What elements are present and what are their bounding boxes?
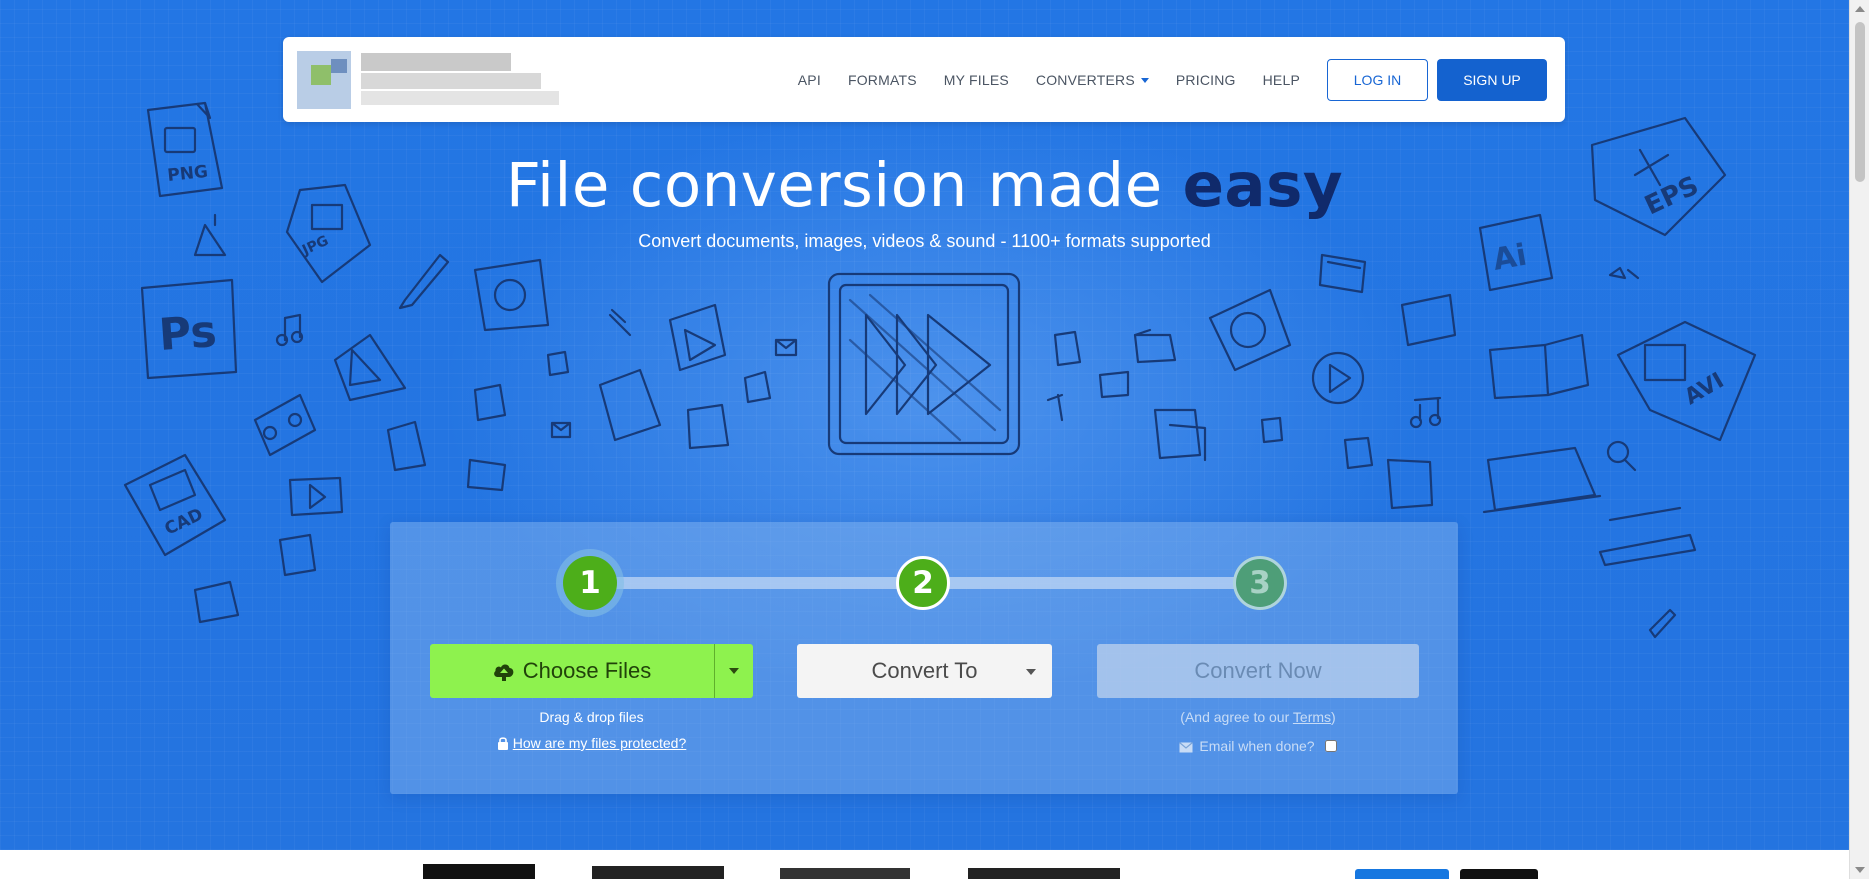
- cd-doodle: [193, 580, 240, 624]
- play-store-badge[interactable]: [1460, 869, 1538, 879]
- terms-link[interactable]: Terms: [1293, 709, 1331, 725]
- converter-panel: 1 2 3 Choose Files Drag & drop files How…: [390, 522, 1458, 794]
- app-store-badge[interactable]: [1355, 869, 1449, 879]
- nav-pricing[interactable]: PRICING: [1176, 72, 1236, 88]
- hero-headline: File conversion made easy: [0, 150, 1849, 221]
- caret-down-icon: [729, 668, 739, 674]
- choose-files-group: Choose Files: [430, 644, 753, 698]
- email-when-done-row: Email when done?: [1097, 738, 1419, 754]
- convert-to-select[interactable]: Convert To: [797, 644, 1052, 698]
- sound-doodle-right: [1053, 330, 1082, 367]
- clipboard-doodle-right: [1386, 458, 1434, 510]
- lock-icon: [497, 737, 508, 750]
- convert-to-label: Convert To: [871, 658, 978, 683]
- princeton-logo: [592, 866, 724, 879]
- email-when-done-label: Email when done?: [1199, 738, 1315, 754]
- illustrator-icon: Ai: [1478, 213, 1554, 292]
- scroll-down-icon[interactable]: [1855, 867, 1865, 873]
- video-play-doodle: [288, 476, 344, 517]
- step-1-badge: 1: [563, 556, 617, 610]
- center-fast-forward-icon: [827, 272, 1021, 456]
- page-scrollbar[interactable]: [1849, 0, 1869, 879]
- wrench-doodle-right: [1648, 608, 1677, 639]
- avi-file-icon: AVI: [1616, 320, 1757, 442]
- note-doodle: [1046, 393, 1064, 422]
- svg-text:Ps: Ps: [157, 306, 218, 361]
- photoshop-icon: Ps: [140, 278, 238, 380]
- printer-doodle: [686, 403, 730, 450]
- search-doodle: [1623, 458, 1637, 472]
- mail-doodle: [774, 338, 798, 357]
- play-circle-doodle: [1328, 363, 1352, 394]
- hero-section: PNG JPG Ps CAD EPS Ai AVI API FORMATS MY…: [0, 0, 1869, 850]
- navbar: API FORMATS MY FILES CONVERTERS PRICING …: [283, 37, 1565, 122]
- svg-text:AVI: AVI: [1681, 368, 1729, 410]
- cassette-doodle: [253, 393, 317, 457]
- envelope-icon: [1179, 742, 1194, 753]
- folder-doodle-right: [1343, 436, 1374, 470]
- convert-now-button[interactable]: Convert Now: [1097, 644, 1419, 698]
- site-logo[interactable]: [297, 49, 559, 111]
- sound-file-doodle: [278, 533, 317, 577]
- files-protected-link[interactable]: How are my files protected?: [513, 735, 687, 751]
- files-protected-row: How are my files protected?: [430, 735, 753, 751]
- agree-suffix: ): [1331, 709, 1336, 725]
- refresh-file-doodle: [473, 258, 550, 332]
- video-doodle: [668, 303, 727, 372]
- triangle-doodle: [333, 333, 407, 402]
- email-when-done-checkbox[interactable]: [1324, 740, 1337, 752]
- nav-api[interactable]: API: [798, 72, 821, 88]
- refresh-doodle-right: [1208, 288, 1292, 372]
- code-doodle: [1608, 266, 1640, 280]
- signup-button[interactable]: SIGN UP: [1437, 58, 1547, 101]
- mp3-doodle: [473, 383, 507, 422]
- film-doodle: [598, 368, 662, 442]
- video-doodle-right: [1400, 293, 1457, 347]
- agree-terms-text: (And agree to our Terms): [1097, 709, 1419, 725]
- scroll-thumb[interactable]: [1855, 22, 1865, 182]
- cad-file-icon: CAD: [123, 453, 227, 557]
- login-button[interactable]: LOG IN: [1327, 58, 1428, 101]
- pencil-doodle: [398, 253, 450, 310]
- nav-help[interactable]: HELP: [1263, 72, 1300, 88]
- folder-doodle-2: [1098, 370, 1130, 399]
- trusted-by-strip: [0, 850, 1849, 879]
- agree-prefix: (And agree to our: [1180, 709, 1293, 725]
- image-doodle: [466, 458, 507, 492]
- flv-doodle: [386, 420, 427, 472]
- pencil-ruler-doodle: [1598, 506, 1697, 567]
- doc-doodle-1: [546, 350, 570, 377]
- clipboard-doodle: [1153, 408, 1207, 462]
- nav-converters-label: CONVERTERS: [1035, 71, 1135, 88]
- sound-doodle-r2: [1260, 416, 1284, 444]
- caret-down-icon: [1026, 669, 1036, 675]
- choose-files-label: Choose Files: [522, 658, 652, 683]
- mail-doodle-2: [550, 421, 572, 439]
- scroll-up-icon[interactable]: [1855, 6, 1865, 12]
- choose-files-button[interactable]: Choose Files: [430, 644, 714, 698]
- bbc-logo: [423, 864, 535, 879]
- nav-links: API FORMATS MY FILES CONVERTERS PRICING …: [798, 37, 1565, 122]
- step-3-badge: 3: [1233, 556, 1287, 610]
- drag-drop-text: Drag & drop files: [539, 709, 644, 725]
- folder-doodle: [1133, 328, 1177, 364]
- step-2-badge: 2: [896, 556, 950, 610]
- headline-emphasis: easy: [1182, 150, 1344, 221]
- chevron-down-icon: [1140, 77, 1149, 83]
- nav-my-files[interactable]: MY FILES: [944, 72, 1009, 88]
- headline-main: File conversion made: [505, 150, 1183, 221]
- cloud-upload-icon: [493, 664, 514, 681]
- laptop-doodle: [1482, 446, 1602, 514]
- nav-converters[interactable]: CONVERTERS: [1036, 72, 1149, 88]
- nav-formats[interactable]: FORMATS: [848, 72, 917, 88]
- netflix-logo: [780, 868, 910, 879]
- choose-files-dropdown[interactable]: [714, 644, 753, 698]
- hero-subline: Convert documents, images, videos & soun…: [638, 231, 1211, 251]
- discovery-logo: [968, 868, 1120, 879]
- wrench-doodle: [608, 308, 632, 337]
- images-doodle: [1488, 333, 1590, 400]
- sound-doodle: [743, 370, 772, 404]
- gallery-doodle: [1318, 253, 1367, 294]
